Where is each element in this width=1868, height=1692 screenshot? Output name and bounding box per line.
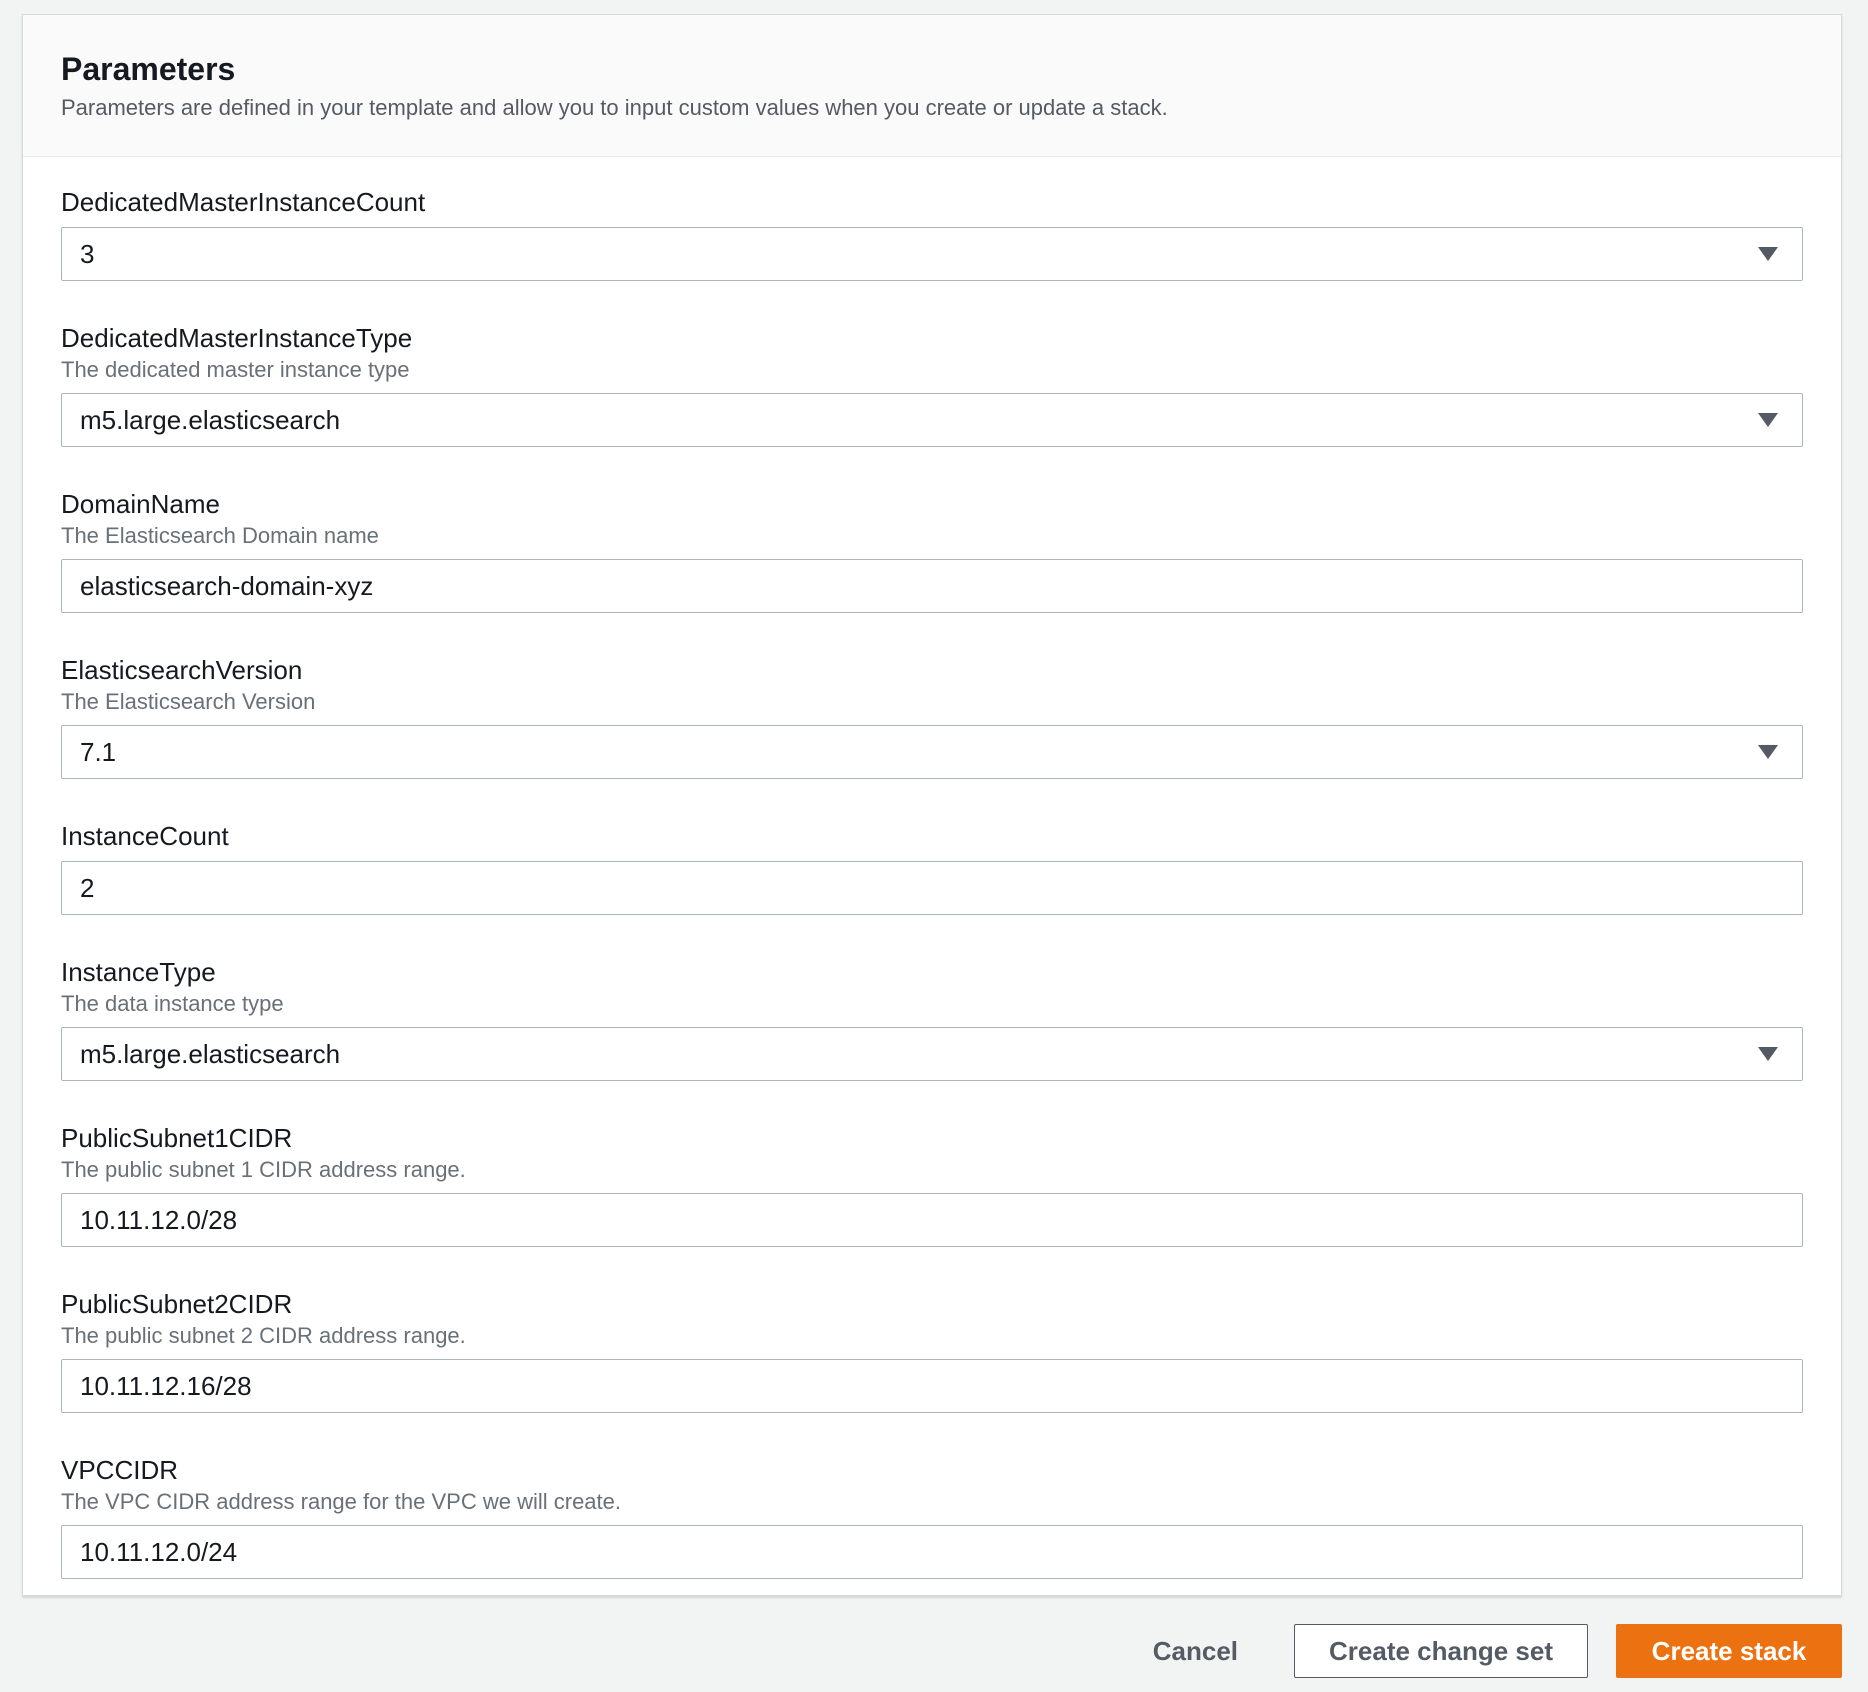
- param-help: The data instance type: [61, 991, 284, 1016]
- param-dedicated-master-instance-type: DedicatedMasterInstanceType The dedicate…: [61, 321, 1803, 447]
- vpc-cidr-input[interactable]: 10.11.12.0/24: [61, 1525, 1803, 1579]
- param-label: VPCCIDR: [61, 1455, 179, 1485]
- param-instance-type: InstanceType The data instance type m5.l…: [61, 955, 1803, 1081]
- select-value: 3: [80, 238, 95, 269]
- input-value: 10.11.12.16/28: [80, 1370, 252, 1401]
- param-instance-count: InstanceCount 2: [61, 819, 1803, 915]
- caret-down-icon: [1758, 247, 1778, 261]
- parameters-list: DedicatedMasterInstanceCount 3 Dedicated…: [23, 157, 1841, 1579]
- input-value: 10.11.12.0/24: [80, 1536, 238, 1567]
- instance-count-input[interactable]: 2: [61, 861, 1803, 915]
- param-label: DomainName: [61, 489, 220, 519]
- param-domain-name: DomainName The Elasticsearch Domain name…: [61, 487, 1803, 613]
- elasticsearch-version-select[interactable]: 7.1: [61, 725, 1803, 779]
- param-vpc-cidr: VPCCIDR The VPC CIDR address range for t…: [61, 1453, 1803, 1579]
- select-value: 7.1: [80, 736, 117, 767]
- param-label: ElasticsearchVersion: [61, 655, 303, 685]
- dedicated-master-instance-count-select[interactable]: 3: [61, 227, 1803, 281]
- dedicated-master-instance-type-select[interactable]: m5.large.elasticsearch: [61, 393, 1803, 447]
- panel-title: Parameters: [61, 51, 236, 87]
- param-help: The VPC CIDR address range for the VPC w…: [61, 1489, 622, 1514]
- param-help: The public subnet 2 CIDR address range.: [61, 1323, 466, 1348]
- cancel-button[interactable]: Cancel: [1125, 1624, 1266, 1678]
- param-label: InstanceCount: [61, 821, 229, 851]
- param-help: The dedicated master instance type: [61, 357, 410, 382]
- param-help: The Elasticsearch Domain name: [61, 523, 379, 548]
- caret-down-icon: [1758, 745, 1778, 759]
- param-help: The Elasticsearch Version: [61, 689, 316, 714]
- parameters-panel: Parameters Parameters are defined in you…: [22, 14, 1842, 1596]
- create-change-set-button[interactable]: Create change set: [1294, 1624, 1588, 1678]
- input-value: 2: [80, 872, 95, 903]
- param-public-subnet2-cidr: PublicSubnet2CIDR The public subnet 2 CI…: [61, 1287, 1803, 1413]
- create-stack-button[interactable]: Create stack: [1616, 1624, 1842, 1678]
- form-actions: Cancel Create change set Create stack: [1125, 1624, 1842, 1678]
- select-value: m5.large.elasticsearch: [80, 1038, 341, 1069]
- param-label: DedicatedMasterInstanceType: [61, 323, 413, 353]
- param-help: The public subnet 1 CIDR address range.: [61, 1157, 466, 1182]
- param-label: DedicatedMasterInstanceCount: [61, 187, 426, 217]
- param-dedicated-master-instance-count: DedicatedMasterInstanceCount 3: [61, 185, 1803, 281]
- input-value: elasticsearch-domain-xyz: [80, 570, 374, 601]
- param-label: InstanceType: [61, 957, 216, 987]
- public-subnet1-cidr-input[interactable]: 10.11.12.0/28: [61, 1193, 1803, 1247]
- panel-header: Parameters Parameters are defined in you…: [23, 15, 1841, 157]
- param-elasticsearch-version: ElasticsearchVersion The Elasticsearch V…: [61, 653, 1803, 779]
- caret-down-icon: [1758, 1047, 1778, 1061]
- input-value: 10.11.12.0/28: [80, 1204, 238, 1235]
- caret-down-icon: [1758, 413, 1778, 427]
- domain-name-input[interactable]: elasticsearch-domain-xyz: [61, 559, 1803, 613]
- param-label: PublicSubnet1CIDR: [61, 1123, 293, 1153]
- instance-type-select[interactable]: m5.large.elasticsearch: [61, 1027, 1803, 1081]
- param-public-subnet1-cidr: PublicSubnet1CIDR The public subnet 1 CI…: [61, 1121, 1803, 1247]
- select-value: m5.large.elasticsearch: [80, 404, 341, 435]
- panel-description: Parameters are defined in your template …: [61, 95, 1168, 120]
- param-label: PublicSubnet2CIDR: [61, 1289, 293, 1319]
- public-subnet2-cidr-input[interactable]: 10.11.12.16/28: [61, 1359, 1803, 1413]
